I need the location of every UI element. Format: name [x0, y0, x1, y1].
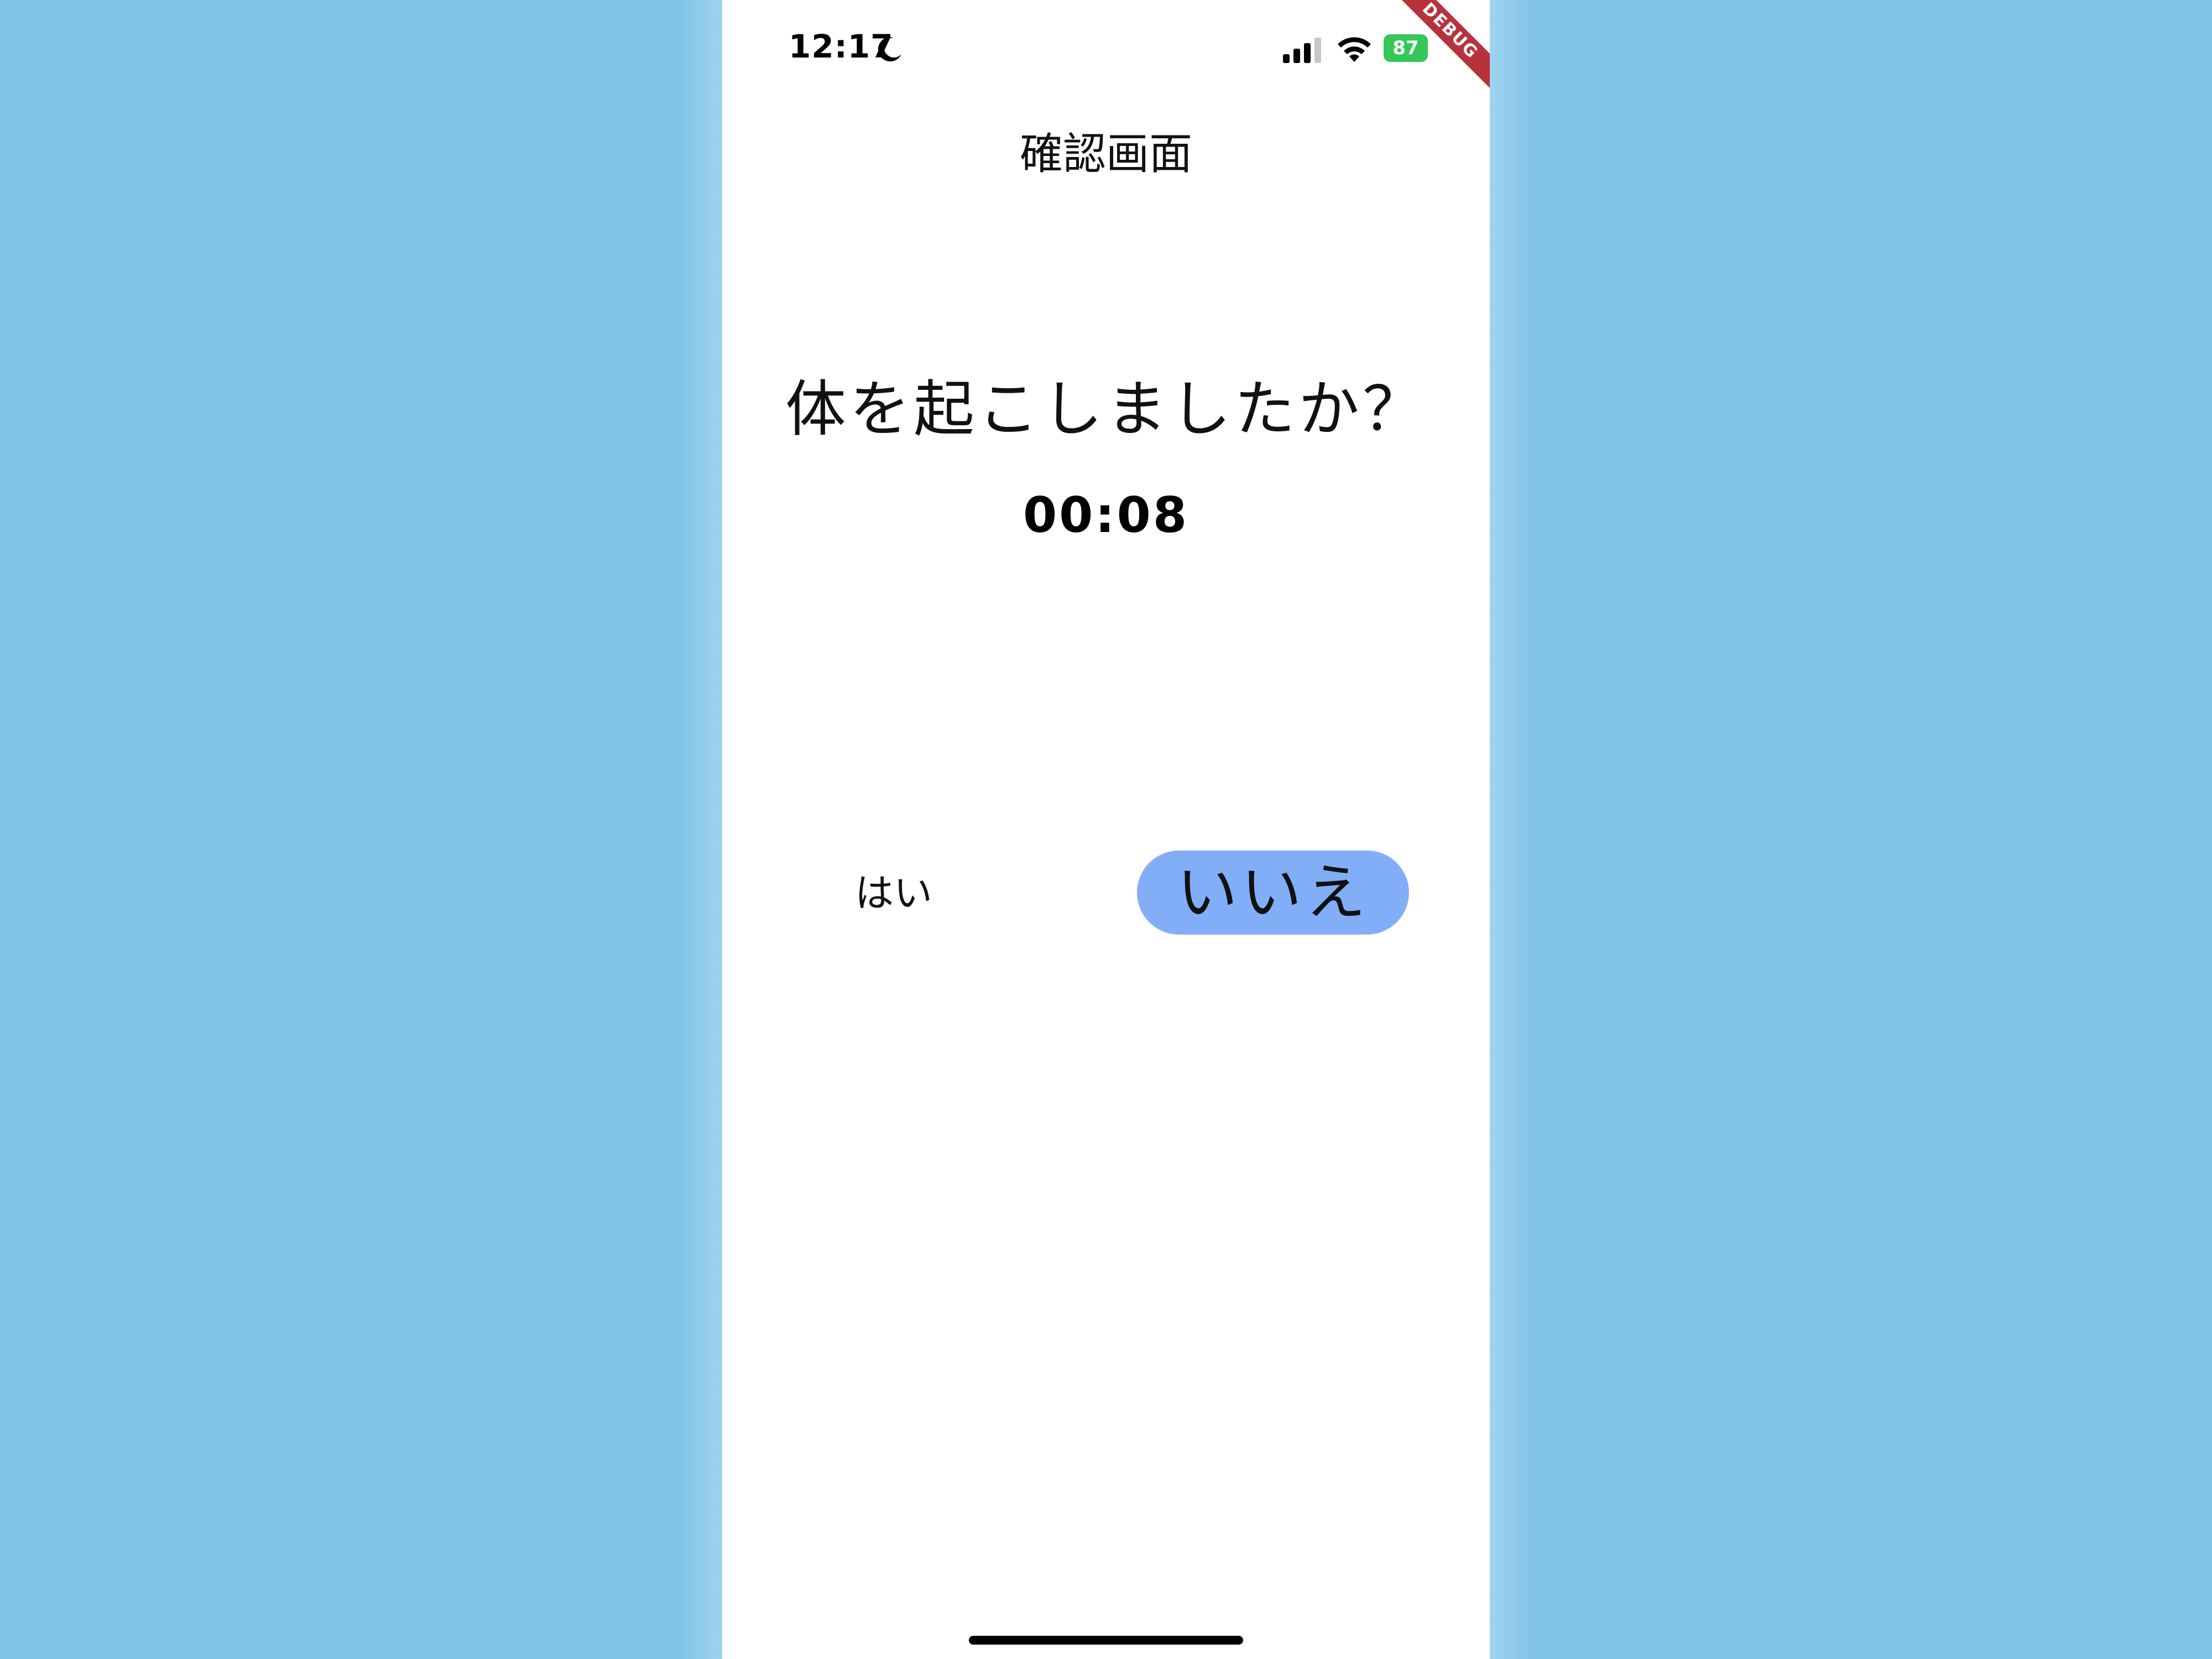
timer-display: 00:08	[1022, 487, 1190, 544]
no-button[interactable]: いいえ	[1137, 851, 1409, 935]
moon-icon	[878, 37, 901, 62]
page-title: 確認画面	[1019, 129, 1192, 179]
battery-level: 87	[1384, 34, 1428, 62]
signal-icon	[1283, 38, 1321, 63]
phone-screen: 12:17 87 DEBUG 確認画面 体を起こしましたか？ 00:08 はい …	[722, 0, 1490, 1659]
status-bar: 12:17 87	[722, 0, 1490, 100]
question-text: 体を起こしましたか？	[785, 374, 1427, 445]
yes-button[interactable]: はい	[838, 852, 949, 935]
battery-icon: 87	[1384, 34, 1433, 62]
wifi-icon	[1338, 37, 1371, 62]
home-indicator[interactable]	[969, 1636, 1243, 1645]
